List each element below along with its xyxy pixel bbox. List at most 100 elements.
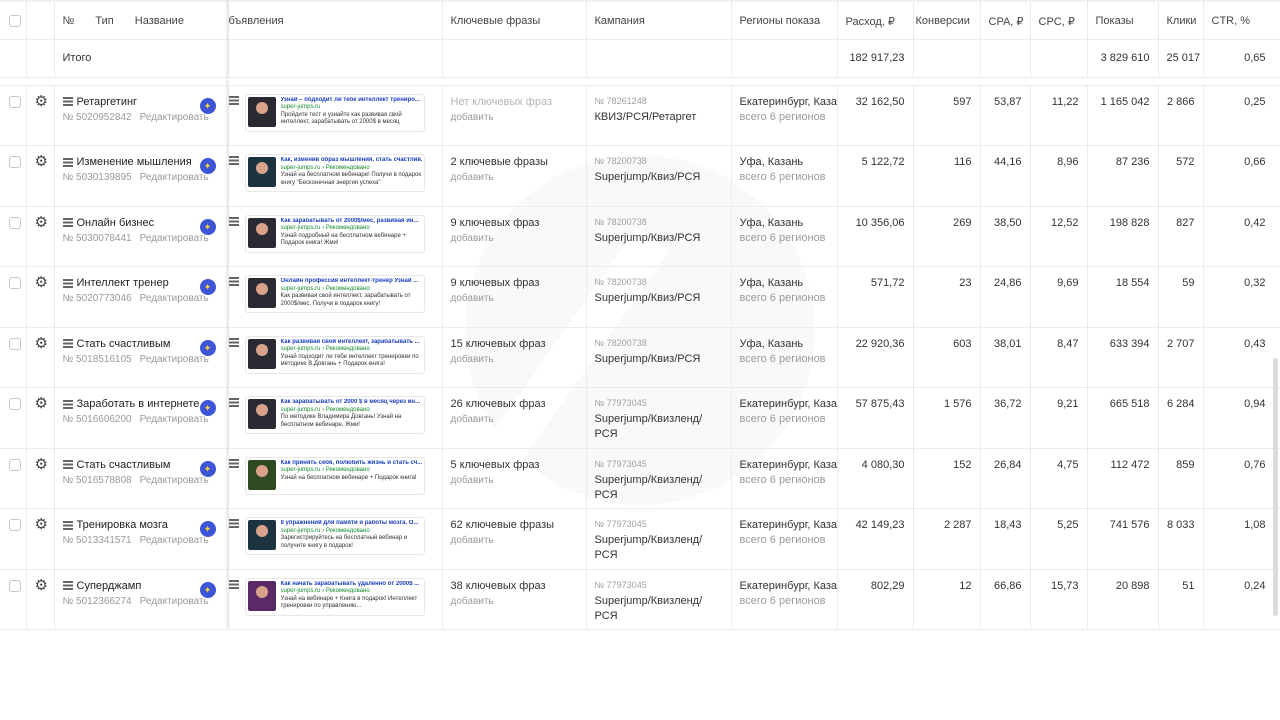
gear-icon[interactable]: ⚙ [35,94,48,109]
header-spend[interactable]: Расход, ₽ [837,0,914,40]
gear-icon[interactable]: ⚙ [35,578,48,593]
row-select-cell[interactable] [0,145,27,207]
ad-preview-card[interactable]: Как начать зарабатывать удаленно от 2000… [244,577,425,616]
table-row[interactable]: ⚙ Онлайн бизнес № 5030078441 Редактироват… [0,206,1280,267]
row-settings-cell[interactable]: ⚙ [26,266,55,328]
autotargeting-badge-icon[interactable]: ✦ [199,279,216,295]
row-settings-cell[interactable]: ⚙ [26,327,55,388]
row-checkbox[interactable] [9,398,21,410]
regions-total-link[interactable]: всего 6 регионов [740,353,829,365]
header-name[interactable]: Название [135,15,184,27]
table-row[interactable]: ⚙ Стать счастливым № 5018516105 Редактиро… [0,327,1280,388]
row-select-cell[interactable] [0,569,27,630]
row-settings-cell[interactable]: ⚙ [26,145,55,207]
header-conversions[interactable]: Конверсии [913,0,981,40]
group-title[interactable]: Суперджамп [62,580,220,592]
group-name[interactable]: Стать счастливым [77,338,171,350]
row-select-cell[interactable] [0,266,27,328]
edit-link[interactable]: Редактировать [140,293,209,304]
ad-preview-card[interactable]: Как зарабатывать от 2000 $ в месяц через… [244,396,425,434]
group-title[interactable]: Стать счастливым [62,459,220,471]
ad-preview-card[interactable]: Как развивая свой интеллект, зарабатыват… [244,335,425,374]
autotargeting-badge-icon[interactable]: ✦ [199,97,216,114]
campaign-name[interactable]: Superjump/Квизленд/РСЯ [595,412,713,442]
campaign-name[interactable]: Superjump/Квизленд/РСЯ [595,594,713,624]
campaign-name[interactable]: Superjump/Квизленд/РСЯ [595,473,713,503]
ad-preview-card[interactable]: Как, изменив образ мышления, стать счаст… [244,154,425,192]
keywords-count[interactable]: 5 ключевых фраз [451,459,578,471]
table-row[interactable]: ⚙ Заработать в интернете № 5016606200 Ред… [0,387,1280,449]
row-checkbox[interactable] [9,337,21,350]
regions-total-link[interactable]: всего 6 регионов [740,171,829,183]
group-title[interactable]: Заработать в интернете [62,398,220,410]
row-settings-cell[interactable]: ⚙ [26,569,55,630]
header-type[interactable]: Тип [95,15,113,27]
gear-icon[interactable]: ⚙ [35,457,48,472]
edit-link[interactable]: Редактировать [140,354,209,365]
autotargeting-badge-icon[interactable]: ✦ [199,521,216,537]
row-select-cell[interactable] [0,448,27,509]
row-settings-cell[interactable]: ⚙ [26,508,55,570]
row-checkbox[interactable] [9,156,21,168]
header-campaign[interactable]: Кампания [586,0,732,40]
keywords-count[interactable]: 9 ключевых фраз [451,277,578,289]
edit-link[interactable]: Редактировать [140,475,209,486]
keywords-add-link[interactable]: добавить [451,475,578,486]
row-checkbox[interactable] [9,95,21,108]
keywords-add-link[interactable]: добавить [451,596,578,607]
keywords-count[interactable]: Нет ключевых фраз [451,96,578,108]
header-keywords[interactable]: Ключевые фразы [442,0,587,40]
group-name[interactable]: Онлайн бизнес [77,217,155,229]
row-settings-cell[interactable]: ⚙ [26,387,55,449]
gear-icon[interactable]: ⚙ [35,517,48,532]
keywords-count[interactable]: 62 ключевые фразы [451,519,578,531]
table-row[interactable]: ⚙ Суперджамп № 5012366274 Редактировать ✦… [0,569,1280,630]
gear-icon[interactable]: ⚙ [35,396,48,411]
group-name[interactable]: Изменение мышления [77,156,192,168]
keywords-add-link[interactable]: добавить [451,172,578,183]
gear-icon[interactable]: ⚙ [35,154,48,169]
keywords-add-link[interactable]: добавить [451,354,578,365]
group-name[interactable]: Заработать в интернете [77,398,200,410]
edit-link[interactable]: Редактировать [140,596,209,607]
ad-preview-card[interactable]: Онлайн профессия интеллект-тренер Узнай … [244,275,425,313]
select-all-checkbox[interactable] [9,15,21,27]
edit-link[interactable]: Редактировать [140,233,209,244]
ad-preview-card[interactable]: 8 упражнений для памяти и работы мозга. … [244,517,425,555]
group-title[interactable]: Тренировка мозга [62,519,220,531]
table-row[interactable]: ⚙ Ретаргетинг № 5020952842 Редактировать … [0,85,1280,146]
regions-total-link[interactable]: всего 6 регионов [740,413,829,425]
select-all-cell[interactable] [0,0,27,40]
autotargeting-badge-icon[interactable]: ✦ [199,581,216,598]
keywords-count[interactable]: 9 ключевых фраз [451,217,578,229]
header-impressions[interactable]: Показы [1087,0,1159,40]
keywords-add-link[interactable]: добавить [451,233,578,244]
header-ctr[interactable]: CTR, % [1203,0,1280,40]
header-ads[interactable]: бъявления [228,0,443,40]
regions-total-link[interactable]: всего 6 регионов [740,474,829,486]
row-settings-cell[interactable]: ⚙ [26,206,55,267]
keywords-add-link[interactable]: добавить [451,293,578,304]
keywords-count[interactable]: 38 ключевых фраз [451,580,578,592]
gear-icon[interactable]: ⚙ [35,215,48,230]
campaign-name[interactable]: Superjump/Квиз/РСЯ [595,352,713,367]
edit-link[interactable]: Редактировать [140,172,209,183]
header-regions[interactable]: Регионы показа [731,0,838,40]
row-select-cell[interactable] [0,508,27,570]
row-select-cell[interactable] [0,206,27,267]
regions-total-link[interactable]: всего 6 регионов [740,111,829,123]
keywords-count[interactable]: 15 ключевых фраз [451,338,578,350]
ad-preview-card[interactable]: Узнай – подходит ли тебе интеллект трени… [244,93,425,132]
edit-link[interactable]: Редактировать [140,414,209,425]
row-settings-cell[interactable]: ⚙ [26,448,55,509]
autotargeting-badge-icon[interactable]: ✦ [199,218,216,235]
row-checkbox[interactable] [9,458,21,471]
autotargeting-badge-icon[interactable]: ✦ [199,339,216,356]
group-name[interactable]: Тренировка мозга [77,519,168,531]
table-row[interactable]: ⚙ Тренировка мозга № 5013341571 Редактиро… [0,508,1280,570]
keywords-count[interactable]: 26 ключевых фраз [451,398,578,410]
group-name[interactable]: Стать счастливым [77,459,171,471]
table-row[interactable]: ⚙ Стать счастливым № 5016578808 Редактиро… [0,448,1280,509]
row-select-cell[interactable] [0,85,27,146]
keywords-add-link[interactable]: добавить [451,414,578,425]
